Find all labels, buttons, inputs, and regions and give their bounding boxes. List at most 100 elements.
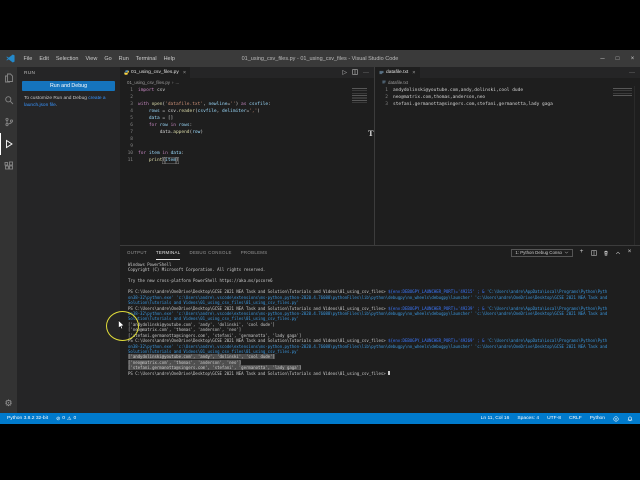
terminal-segment: Solution\Tutorials and Videos\01_using_c… (128, 316, 299, 322)
title-bar: File Edit Selection View Go Run Terminal Help 0… (0, 50, 640, 67)
new-terminal-icon[interactable]: + (578, 249, 585, 256)
code-line[interactable]: 6 for row in rows: (120, 122, 374, 129)
more-actions-icon[interactable]: ··· (363, 70, 369, 76)
menu-selection[interactable]: Selection (52, 56, 82, 62)
kill-terminal-icon[interactable] (602, 250, 609, 256)
code-line[interactable]: 3 with open('datafile.txt', newline = '') a… (120, 101, 374, 108)
text-file-icon (382, 80, 386, 84)
run-and-debug-button[interactable]: Run and Debug (22, 81, 115, 91)
sidebar-item-extensions[interactable] (0, 155, 17, 177)
problems-status[interactable]: ⊘ 0 ⚠ 0 (56, 416, 76, 422)
panel-tab-terminal[interactable]: TERMINAL (155, 246, 181, 260)
code-line[interactable]: 8 (120, 136, 374, 143)
panel-header: OUTPUT TERMINAL DEBUG CONSOLE PROBLEMS 1: P… (120, 246, 640, 260)
maximize-button[interactable]: □ (610, 50, 625, 67)
terminal-segment: Solution\Tutorials and Videos\01_using_c… (128, 300, 299, 306)
maximize-panel-icon[interactable] (614, 250, 621, 256)
menu-help[interactable]: Help (160, 56, 178, 62)
chevron-down-icon (564, 251, 569, 254)
sidebar-item-explorer[interactable] (0, 67, 17, 89)
text-editor[interactable]: 1 andydolinski@youtube.com,andy,dolinski,… (375, 86, 640, 245)
language-mode-status[interactable]: Python (590, 416, 605, 421)
terminal-segment: PS C:\Users\andre\OneDrive\Desktop\GCSE … (128, 289, 389, 295)
sidebar-item-source-control[interactable] (0, 111, 17, 133)
text-line[interactable]: 1 andydolinski@youtube.com,andy,dolinski,… (375, 87, 640, 94)
breadcrumb-file[interactable]: datafile.txt (388, 80, 408, 85)
menu-file[interactable]: File (20, 56, 36, 62)
video-frame: File Edit Selection View Go Run Terminal Help 0… (0, 0, 640, 480)
feedback-smiley-icon[interactable] (613, 415, 619, 422)
sidebar-item-search[interactable] (0, 89, 17, 111)
scrollbar[interactable] (634, 86, 640, 245)
status-bar: Python 3.8.2 32-bit ⊘ 0 ⚠ 0 Ln 11, Col 1… (0, 413, 640, 424)
panel-tab-problems[interactable]: PROBLEMS (241, 246, 268, 260)
eol-status[interactable]: CRLF (569, 416, 582, 421)
hint-period: . (55, 102, 58, 108)
workbench: ⚙ RUN Run and Debug To customize Run and… (0, 67, 640, 413)
tab-close-icon[interactable]: × (183, 70, 186, 76)
code-editor[interactable]: 1 import csv 2 3 with open('datafile.txt', n… (120, 86, 374, 245)
text-line[interactable]: 2 neo@matrix.com,thomas,anderson,neo (375, 94, 640, 101)
menu-view[interactable]: View (82, 56, 101, 62)
terminal-segment: 'C:\Users\andre\AppData\Local\Programs\P… (486, 289, 608, 295)
text-line[interactable]: 3 stefani.germanotta@singers.com,stefani,… (375, 101, 640, 108)
terminal-picker[interactable]: 1: Python Debug Conso (511, 248, 573, 257)
python-interpreter-status[interactable]: Python 3.8.2 32-bit (7, 416, 48, 421)
tab-datafile-txt[interactable]: datafile.txt × (375, 67, 420, 78)
code-line[interactable]: 4 rows = csv. reader(csvfile, delimiter = '… (120, 108, 374, 115)
sidebar-item-run-and-debug[interactable] (0, 133, 17, 155)
more-actions-icon[interactable]: ··· (629, 70, 635, 76)
panel-tab-debug-console[interactable]: DEBUG CONSOLE (189, 246, 231, 260)
text-lines: 1 andydolinski@youtube.com,andy,dolinski,… (375, 87, 640, 108)
panel-tab-output[interactable]: OUTPUT (127, 246, 147, 260)
menu-run[interactable]: Run (115, 56, 132, 62)
minimap[interactable] (613, 88, 632, 97)
tab-01-using-csv-files[interactable]: 01_using_csv_files.py × (120, 67, 191, 78)
tab-close-icon[interactable]: × (412, 70, 415, 76)
terminal-segment: Copyright (C) Microsoft Corporation. All… (128, 267, 266, 273)
code-line[interactable]: 9 (120, 143, 374, 150)
code-token: data (148, 116, 160, 121)
code-token: 'datafile.txt' (165, 102, 204, 107)
code-line[interactable]: 7 data. append(row) (120, 129, 374, 136)
text-content: andydolinski@youtube.com,andy,dolinski,c… (393, 88, 524, 93)
manage-gear-icon[interactable]: ⚙ (0, 393, 17, 413)
code-line[interactable]: 5 data = [] (120, 115, 374, 122)
code-line[interactable]: 1 import csv (120, 87, 374, 94)
split-editor-icon[interactable] (352, 68, 358, 77)
menu-terminal[interactable]: Terminal (132, 56, 160, 62)
editor-area: 01_using_csv_files.py × ▷ ··· 01_using_c… (120, 67, 640, 413)
terminal[interactable]: Windows PowerShell Copyright (C) Microsof… (120, 259, 640, 413)
breadcrumb-file[interactable]: 01_using_csv_files.py (127, 80, 170, 85)
line-number: 2 (385, 95, 388, 100)
editor-group-left: 01_using_csv_files.py × ▷ ··· 01_using_c… (120, 67, 375, 245)
notifications-bell-icon[interactable] (627, 416, 633, 422)
minimize-button[interactable]: ─ (595, 50, 610, 67)
code-token: item (165, 158, 176, 163)
status-right: Ln 11, Col 16 Spaces: 4 UTF-8 CRLF Pytho… (481, 415, 633, 422)
vscode-window: File Edit Selection View Go Run Terminal Help 0… (0, 50, 640, 424)
code-line[interactable]: 10 for item in data: (120, 150, 374, 157)
close-panel-icon[interactable]: × (626, 249, 633, 256)
code-token: reader (178, 109, 195, 114)
split-terminal-icon[interactable] (590, 249, 597, 256)
minimap[interactable] (352, 88, 367, 105)
breadcrumb[interactable]: 01_using_csv_files.py › ... (120, 78, 374, 86)
terminal-line-text: ['stefani.germanotta@singers.com', 'stef… (128, 333, 301, 338)
menu-edit[interactable]: Edit (36, 56, 52, 62)
code-line[interactable]: 11 print(item) (120, 157, 374, 164)
terminal-line-text: ['andydolinski@youtube.com', 'andy', 'do… (128, 354, 275, 360)
breadcrumb-more[interactable]: ... (175, 80, 179, 85)
code-token: ) (200, 130, 204, 135)
code-token: import (138, 88, 155, 93)
menu-go[interactable]: Go (101, 56, 115, 62)
breadcrumb[interactable]: datafile.txt (375, 78, 640, 86)
encoding-status[interactable]: UTF-8 (547, 416, 561, 421)
cursor-position-status[interactable]: Ln 11, Col 16 (481, 416, 510, 421)
close-button[interactable]: × (625, 50, 640, 67)
terminal-line-text: PS C:\Users\andre\OneDrive\Desktop\GCSE … (128, 289, 607, 294)
indentation-status[interactable]: Spaces: 4 (517, 416, 539, 421)
run-python-file-icon[interactable]: ▷ (342, 70, 347, 76)
panel-toolbar: 1: Python Debug Conso + × (511, 248, 633, 257)
code-line[interactable]: 2 (120, 94, 374, 101)
